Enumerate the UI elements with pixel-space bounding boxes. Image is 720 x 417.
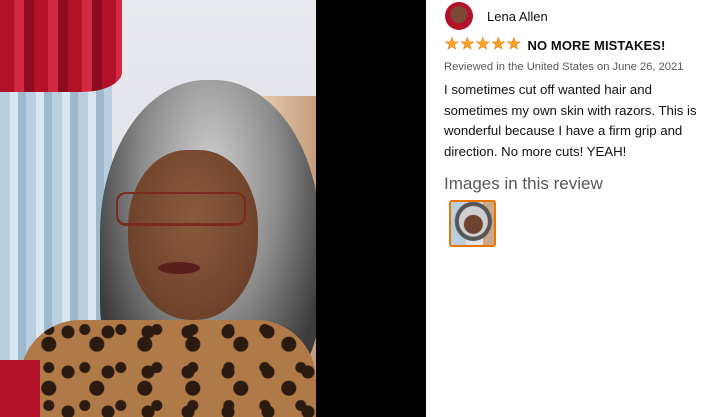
review-headline: NO MORE MISTAKES!: [527, 37, 666, 53]
review-image-thumbnail[interactable]: [449, 200, 496, 247]
photo-valance: [0, 0, 122, 92]
photo-glasses: [116, 192, 246, 226]
star-icon: ★: [506, 36, 521, 53]
photo-red-object: [0, 360, 40, 417]
star-icon: ★: [491, 36, 506, 53]
star-icon: ★: [475, 36, 490, 53]
star-icon: ★: [460, 36, 475, 53]
photo-jacket: [20, 320, 316, 417]
rating-row: ★ ★ ★ ★ ★ NO MORE MISTAKES!: [444, 36, 666, 53]
star-rating: ★ ★ ★ ★ ★: [444, 36, 522, 53]
reviewer-profile[interactable]: Lena Allen: [445, 2, 548, 30]
review-photo: [0, 0, 316, 417]
star-icon: ★: [444, 36, 459, 53]
photo-face: [128, 150, 258, 320]
images-section-title: Images in this review: [444, 174, 603, 193]
review-meta: Reviewed in the United States on June 26…: [444, 61, 684, 73]
review-body: I sometimes cut off wanted hair and some…: [444, 82, 697, 159]
black-divider: [316, 0, 426, 417]
review-panel: Lena Allen ★ ★ ★ ★ ★ NO MORE MISTAKES! R…: [426, 0, 720, 417]
reviewer-name[interactable]: Lena Allen: [487, 9, 548, 24]
avatar[interactable]: [445, 2, 473, 30]
photo-lips: [158, 262, 200, 274]
